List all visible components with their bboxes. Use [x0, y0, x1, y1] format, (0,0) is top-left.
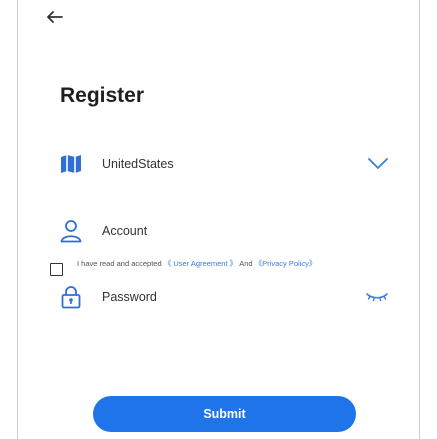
terms-checkbox[interactable]: [50, 263, 63, 276]
user-agreement-link[interactable]: 《 User Agreement 》: [164, 259, 237, 268]
map-icon: [58, 151, 84, 177]
terms-agreement: I have read and accepted 《 User Agreemen…: [50, 258, 400, 276]
terms-text: I have read and accepted 《 User Agreemen…: [77, 258, 387, 269]
page-title: Register: [60, 84, 145, 107]
submit-button[interactable]: Submit: [93, 396, 356, 432]
back-button[interactable]: [44, 6, 66, 28]
terms-prefix: I have read and accepted: [77, 259, 162, 268]
terms-and: And: [239, 259, 253, 268]
country-dropdown-toggle[interactable]: [368, 150, 388, 178]
arrow-left-icon: [47, 11, 63, 23]
country-selector[interactable]: UnitedStates: [58, 150, 388, 178]
eye-closed-icon: [366, 293, 388, 302]
user-icon: [58, 218, 84, 244]
country-value: UnitedStates: [102, 157, 174, 171]
privacy-policy-link[interactable]: 《Privacy Policy》: [255, 259, 317, 268]
password-visibility-toggle[interactable]: [366, 283, 388, 311]
password-field[interactable]: Password: [58, 283, 388, 311]
register-screen: Register UnitedStates Account Password I…: [0, 0, 437, 439]
lock-icon: [58, 284, 84, 310]
account-field[interactable]: Account: [58, 217, 388, 245]
chevron-down-icon: [368, 158, 388, 169]
frame-right-edge: [419, 0, 420, 439]
password-placeholder: Password: [102, 290, 157, 304]
frame-left-edge: [17, 0, 18, 439]
account-placeholder: Account: [102, 224, 148, 238]
